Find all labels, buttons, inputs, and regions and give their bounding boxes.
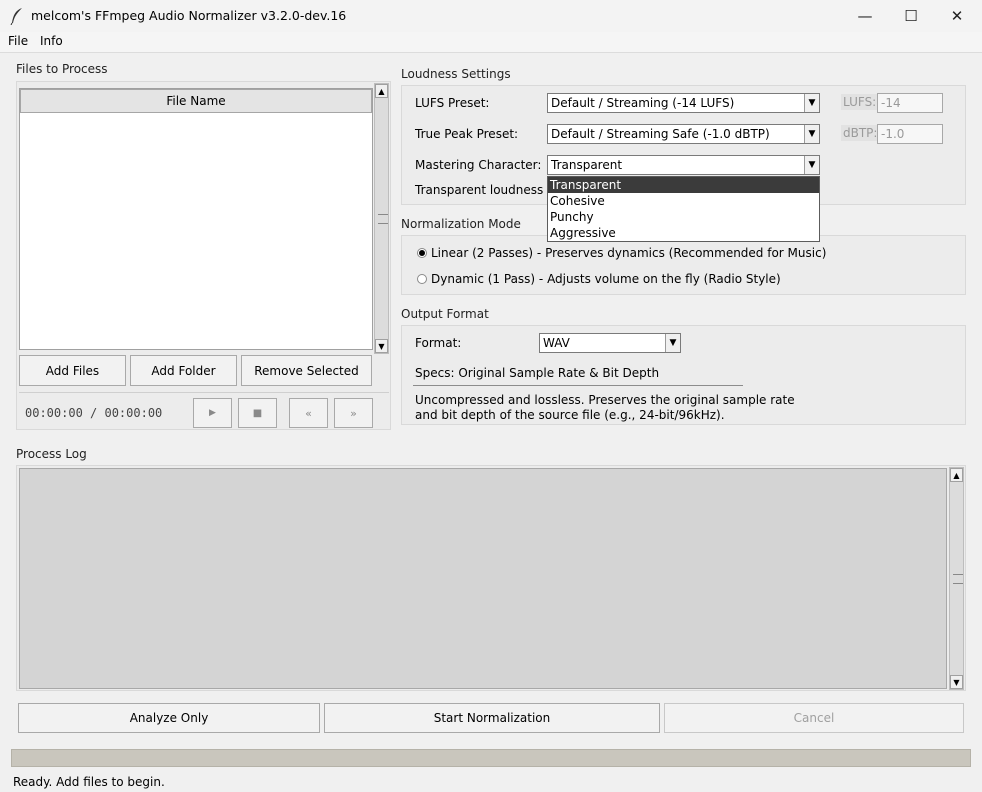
mastering-description: Transparent loudness no: [415, 183, 563, 197]
scroll-up-arrow-icon[interactable]: ▲: [375, 84, 388, 98]
menu-info[interactable]: Info: [40, 34, 63, 48]
linear-mode-label[interactable]: Linear (2 Passes) - Preserves dynamics (…: [431, 246, 826, 260]
mastering-character-value: Transparent: [551, 158, 623, 172]
status-text: Ready. Add files to begin.: [13, 775, 165, 789]
next-button[interactable]: »: [334, 398, 373, 428]
scrollbar-thumb[interactable]: [376, 98, 388, 339]
lufs-field-label: LUFS:: [841, 94, 879, 110]
dropdown-options: Transparent Cohesive Punchy Aggressive: [548, 177, 819, 241]
previous-button[interactable]: «: [289, 398, 328, 428]
format-description-line-1: Uncompressed and lossless. Preserves the…: [415, 393, 795, 407]
chevron-down-icon[interactable]: ▼: [665, 334, 680, 352]
remove-selected-button[interactable]: Remove Selected: [241, 355, 372, 386]
start-normalization-button[interactable]: Start Normalization: [324, 703, 660, 733]
linear-mode-radio[interactable]: [417, 248, 427, 258]
scrollbar-thumb[interactable]: [951, 482, 963, 675]
dynamic-mode-radio[interactable]: [417, 274, 427, 284]
file-list[interactable]: [19, 88, 373, 350]
mastering-character-label: Mastering Character:: [415, 158, 542, 172]
file-list-scrollbar[interactable]: ▲ ▼: [374, 83, 389, 354]
close-button[interactable]: ✕: [934, 0, 980, 32]
grip-icon: [378, 214, 388, 224]
chevron-down-icon[interactable]: ▼: [804, 156, 819, 174]
true-peak-preset-combobox[interactable]: Default / Streaming Safe (-1.0 dBTP) ▼: [547, 124, 820, 144]
lufs-preset-label: LUFS Preset:: [415, 96, 490, 110]
cancel-button[interactable]: Cancel: [664, 703, 964, 733]
true-peak-preset-label: True Peak Preset:: [415, 127, 519, 141]
format-specs: Specs: Original Sample Rate & Bit Depth: [415, 366, 660, 380]
mastering-character-dropdown[interactable]: Transparent Cohesive Punchy Aggressive: [547, 176, 820, 242]
menu-bar: File Info: [0, 32, 982, 53]
chevron-down-icon[interactable]: ▼: [804, 125, 819, 143]
grip-icon: [953, 574, 963, 584]
process-log-text[interactable]: [19, 468, 947, 689]
mastering-character-combobox[interactable]: Transparent ▼: [547, 155, 820, 175]
normalization-mode-panel: [401, 235, 966, 295]
maximize-button[interactable]: ☐: [888, 0, 934, 32]
files-panel-title: Files to Process: [16, 62, 108, 76]
app-feather-icon: [10, 7, 24, 26]
analyze-only-button[interactable]: Analyze Only: [18, 703, 320, 733]
normalization-mode-title: Normalization Mode: [401, 217, 521, 231]
chevron-down-icon[interactable]: ▼: [804, 94, 819, 112]
scroll-up-arrow-icon[interactable]: ▲: [950, 468, 963, 482]
playback-time: 00:00:00 / 00:00:00: [25, 406, 163, 420]
loudness-settings-title: Loudness Settings: [401, 67, 511, 81]
lufs-preset-combobox[interactable]: Default / Streaming (-14 LUFS) ▼: [547, 93, 820, 113]
radio-dot: [419, 250, 425, 256]
lufs-preset-value: Default / Streaming (-14 LUFS): [551, 96, 735, 110]
format-description-line-2: and bit depth of the source file (e.g., …: [415, 408, 725, 422]
process-log-title: Process Log: [16, 447, 87, 461]
dbtp-field-label: dBTP:: [841, 125, 880, 141]
dropdown-option-aggressive[interactable]: Aggressive: [548, 225, 819, 241]
minimize-button[interactable]: —: [842, 0, 888, 32]
dbtp-field[interactable]: [877, 124, 943, 144]
dynamic-mode-label[interactable]: Dynamic (1 Pass) - Adjusts volume on the…: [431, 272, 781, 286]
output-format-title: Output Format: [401, 307, 489, 321]
true-peak-preset-value: Default / Streaming Safe (-1.0 dBTP): [551, 127, 770, 141]
dropdown-option-cohesive[interactable]: Cohesive: [548, 193, 819, 209]
window-title: melcom's FFmpeg Audio Normalizer v3.2.0-…: [31, 8, 347, 23]
file-name-column-header[interactable]: File Name: [20, 89, 372, 113]
specs-separator: [413, 385, 743, 386]
format-combobox[interactable]: WAV ▼: [539, 333, 681, 353]
play-button[interactable]: ▶: [193, 398, 232, 428]
scroll-down-arrow-icon[interactable]: ▼: [375, 339, 388, 353]
scroll-down-arrow-icon[interactable]: ▼: [950, 675, 963, 689]
player-separator: [19, 392, 389, 393]
dropdown-option-punchy[interactable]: Punchy: [548, 209, 819, 225]
progress-bar: [11, 749, 971, 767]
add-folder-button[interactable]: Add Folder: [130, 355, 237, 386]
title-bar: melcom's FFmpeg Audio Normalizer v3.2.0-…: [0, 0, 982, 32]
lufs-field[interactable]: [877, 93, 943, 113]
menu-file[interactable]: File: [8, 34, 28, 48]
format-value: WAV: [543, 336, 570, 350]
format-label: Format:: [415, 336, 462, 350]
dropdown-option-transparent[interactable]: Transparent: [548, 177, 819, 193]
stop-button[interactable]: ■: [238, 398, 277, 428]
process-log-scrollbar[interactable]: ▲ ▼: [949, 467, 964, 690]
add-files-button[interactable]: Add Files: [19, 355, 126, 386]
